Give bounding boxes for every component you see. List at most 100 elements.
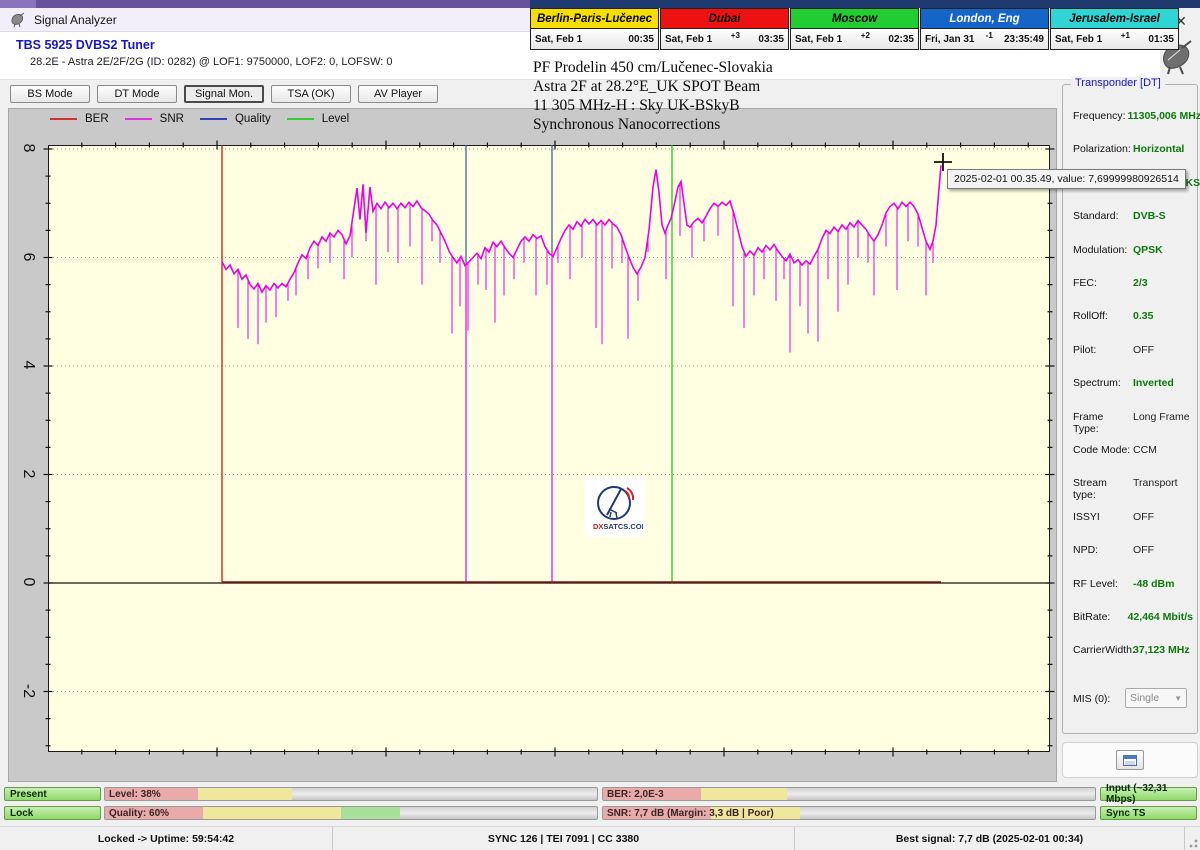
transponder-label: BitRate: <box>1073 611 1111 623</box>
transponder-value: CCM <box>1133 444 1157 456</box>
status-lock-uptime: Locked -> Uptime: 59:54:42 <box>0 827 333 850</box>
legend-level: Level <box>286 113 349 125</box>
logo-dx: DX <box>593 522 603 531</box>
signal-analyzer-window: Signal Analyzer TBS 5925 DVBS2 Tuner 28.… <box>0 0 1200 850</box>
chart-tooltip: 2025-02-01 00.35.49, value: 7,6999998092… <box>947 169 1186 189</box>
clock-date: Sat, Feb 1 <box>795 33 843 45</box>
legend-line-swatch <box>199 118 227 120</box>
clock-3: Moscow Sat, Feb 1 +2 02:35 <box>790 8 919 50</box>
tab-dt-mode[interactable]: DT Mode <box>97 85 177 103</box>
bar-segment <box>701 788 788 800</box>
lock-indicator: Lock <box>4 806 101 820</box>
y-tick-label: -2 <box>20 683 37 698</box>
ber-text: BER: 2,0E-3 <box>607 788 664 800</box>
dxsatcs-logo: DXSATCS.COM <box>585 477 645 537</box>
legend-line-swatch <box>124 118 152 120</box>
transponder-label: Frequency: <box>1073 110 1126 122</box>
status-best-signal: Best signal: 7,7 dB (2025-02-01 00:34) <box>795 827 1185 850</box>
clock-city: Berlin-Paris-Lučenec <box>531 9 658 29</box>
transponder-label: FEC: <box>1073 277 1097 289</box>
transponder-value: 11305,006 MHz <box>1127 110 1200 122</box>
transponder-row: FEC: 2/3 <box>1073 277 1193 289</box>
y-tick-label: 0 <box>20 577 37 587</box>
clock-time-value: 01:35 <box>1148 33 1174 45</box>
clock-time-value: 02:35 <box>888 33 914 45</box>
satellite-dish-icon <box>10 12 26 28</box>
transponder-value: Long Frame <box>1133 410 1190 423</box>
transponder-label: Polarization: <box>1073 143 1131 156</box>
svg-text:DXSATCS.COM: DXSATCS.COM <box>593 522 643 531</box>
y-tick-label: 6 <box>20 252 37 261</box>
transponder-row: BitRate: 42,464 Mbit/s <box>1073 611 1193 623</box>
clock-utc-offset: +1 <box>1120 30 1130 40</box>
legend-label: Quality <box>234 113 271 125</box>
clock-city: Moscow <box>791 9 918 29</box>
legend-label: SNR <box>159 113 184 125</box>
disk-icon <box>1123 754 1137 766</box>
transponder-row: Standard: DVB-S <box>1073 210 1193 222</box>
clock-datetime: Sat, Feb 1 +2 02:35 <box>791 29 918 49</box>
tool-panel <box>1062 742 1198 778</box>
background-window-strip-right <box>530 0 1200 8</box>
transponder-row: Pilot: OFF <box>1073 344 1193 356</box>
tab-bs-mode[interactable]: BS Mode <box>10 85 90 103</box>
mis-label: MIS (0): <box>1073 693 1111 705</box>
site-description: PF Prodelin 450 cm/Lučenec-Slovakia Astra… <box>533 58 773 134</box>
transponder-title: Transponder [DT] <box>1071 77 1165 89</box>
clock-date: Sat, Feb 1 <box>535 33 583 45</box>
tuner-info: 28.2E - Astra 2E/2F/2G (ID: 0282) @ LOF1… <box>30 56 393 68</box>
transponder-value: DVB-S <box>1133 210 1166 223</box>
tab-tsa-ok-[interactable]: TSA (OK) <box>271 85 351 103</box>
transponder-label: Pilot: <box>1073 343 1097 356</box>
clock-time-value: 00:35 <box>628 33 654 45</box>
transponder-value: 2/3 <box>1133 277 1148 289</box>
snr-progressbar: SNR: 7,7 dB (Margin: 3,3 dB | Poor) <box>602 806 1096 820</box>
statusbar: Locked -> Uptime: 59:54:42 SYNC 126 | TE… <box>0 826 1200 850</box>
transponder-row: CarrierWidth: 37,123 MHz <box>1073 644 1193 656</box>
clock-datetime: Sat, Feb 1 +3 03:35 <box>661 29 788 49</box>
transponder-row: ISSYI OFF <box>1073 511 1193 523</box>
record-save-button[interactable] <box>1116 750 1144 770</box>
clock-city: London, Eng <box>921 9 1048 29</box>
sync-ts-button[interactable]: Sync TS <box>1100 806 1197 820</box>
mis-dropdown[interactable]: Single ▼ <box>1125 688 1187 708</box>
clock-date: Sat, Feb 1 <box>665 33 713 45</box>
present-indicator: Present <box>4 787 101 801</box>
level-progressbar: Level: 38% <box>104 787 598 801</box>
ber-progressbar: BER: 2,0E-3 <box>602 787 1096 801</box>
legend-snr: SNR <box>124 113 184 125</box>
status-sync-tei-cc: SYNC 126 | TEI 7091 | CC 3380 <box>333 827 795 850</box>
transponder-row: Frame Type: Long Frame <box>1073 411 1193 435</box>
bar-segment <box>198 788 292 800</box>
transponder-label: CarrierWidth: <box>1073 644 1135 657</box>
mis-value: Single <box>1130 692 1160 704</box>
legend-line-swatch <box>286 118 314 120</box>
transponder-label: Stream type: <box>1073 477 1107 502</box>
transponder-value: Inverted <box>1133 377 1174 390</box>
transponder-row: Modulation: QPSK <box>1073 244 1193 256</box>
tab-signal-mon-[interactable]: Signal Mon. <box>184 85 264 103</box>
clock-time-value: 03:35 <box>758 33 784 45</box>
transponder-value: 42,464 Mbit/s <box>1127 611 1193 623</box>
chevron-down-icon: ▼ <box>1174 693 1182 703</box>
tab-av-player[interactable]: AV Player <box>358 85 438 103</box>
clock-time-value: 23:35:49 <box>1003 33 1044 45</box>
clock-date: Sat, Feb 1 <box>1055 33 1103 45</box>
transponder-row: Spectrum: Inverted <box>1073 377 1193 389</box>
transponder-row: Polarization: Horizontal <box>1073 143 1193 155</box>
transponder-label: NPD: <box>1073 544 1099 557</box>
legend-ber: BER <box>50 113 109 125</box>
clock-1: Berlin-Paris-Lučenec Sat, Feb 1 00:35 <box>530 8 659 50</box>
y-tick-label: 2 <box>20 469 37 478</box>
clock-datetime: Sat, Feb 1 00:35 <box>531 29 658 49</box>
transponder-label: Code Mode: <box>1073 444 1131 456</box>
tuner-name: TBS 5925 DVBS2 Tuner <box>16 38 155 52</box>
transponder-row: NPD: OFF <box>1073 544 1193 556</box>
clock-city: Dubai <box>661 9 788 29</box>
snr-text: SNR: 7,7 dB (Margin: 3,3 dB | Poor) <box>607 807 774 819</box>
input-bitrate-button[interactable]: Input (~32,31 Mbps) <box>1100 783 1197 805</box>
transponder-value: -48 dBm <box>1133 577 1175 590</box>
bar-segment <box>203 807 342 819</box>
resize-grip[interactable] <box>1186 836 1198 848</box>
clock-datetime: Fri, Jan 31 -1 23:35:49 <box>921 29 1048 49</box>
